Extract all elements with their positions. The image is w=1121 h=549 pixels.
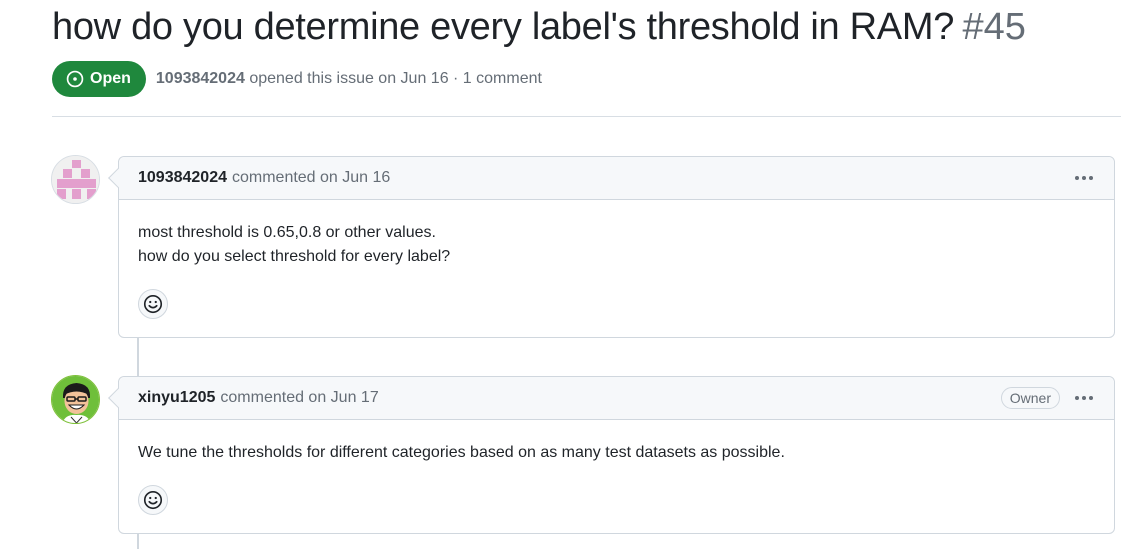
comment-header: xinyu1205 commented on Jun 17 Owner xyxy=(108,377,1114,420)
smiley-icon xyxy=(143,294,163,314)
timeline-connector xyxy=(137,337,139,377)
comment-menu-button[interactable] xyxy=(1072,388,1096,408)
avatar-1093842024[interactable] xyxy=(51,155,100,204)
comment-header: 1093842024 commented on Jun 16 xyxy=(108,157,1114,200)
comment-2: xinyu1205 commented on Jun 17 Owner We t… xyxy=(108,376,1115,534)
comment-timestamp[interactable]: commented on Jun 17 xyxy=(220,389,378,407)
comment-text-line: most threshold is 0.65,0.8 or other valu… xyxy=(138,224,436,241)
issue-opened-text: opened this issue on Jun 16 · 1 comment xyxy=(249,70,542,87)
issue-meta: Open 1093842024 opened this issue on Jun… xyxy=(52,61,542,97)
issue-title-row: how do you determine every label's thres… xyxy=(52,6,1026,49)
add-reaction-button[interactable] xyxy=(138,485,168,515)
issue-number: #45 xyxy=(962,6,1026,48)
identicon-avatar xyxy=(52,156,99,203)
issue-state-badge: Open xyxy=(52,61,146,97)
issue-author-link[interactable]: 1093842024 xyxy=(156,70,245,87)
issue-title: how do you determine every label's thres… xyxy=(52,6,955,48)
issue-state-label: Open xyxy=(90,70,131,87)
timeline-connector xyxy=(137,533,139,549)
issue-opened-icon xyxy=(66,70,84,88)
comment-pointer xyxy=(108,168,128,188)
header-divider xyxy=(52,116,1121,117)
owner-badge: Owner xyxy=(1000,387,1060,409)
add-reaction-button[interactable] xyxy=(138,289,168,319)
comment-author-link[interactable]: xinyu1205 xyxy=(138,389,215,407)
avatar-xinyu1205[interactable] xyxy=(51,375,100,424)
comment-pointer xyxy=(108,388,128,408)
comment-author-link[interactable]: 1093842024 xyxy=(138,169,227,187)
comment-body: most threshold is 0.65,0.8 or other valu… xyxy=(119,221,1114,319)
comment-menu-button[interactable] xyxy=(1072,168,1096,188)
comment-1: 1093842024 commented on Jun 16 most thre… xyxy=(108,156,1115,338)
comment-text-line: We tune the thresholds for different cat… xyxy=(138,444,785,461)
smiley-icon xyxy=(143,490,163,510)
comment-body: We tune the thresholds for different cat… xyxy=(119,441,1114,515)
comment-text-line: how do you select threshold for every la… xyxy=(138,248,451,265)
comment-timestamp[interactable]: commented on Jun 16 xyxy=(232,169,390,187)
issue-meta-text: 1093842024 opened this issue on Jun 16 ·… xyxy=(156,70,542,88)
cartoon-avatar xyxy=(52,376,99,423)
